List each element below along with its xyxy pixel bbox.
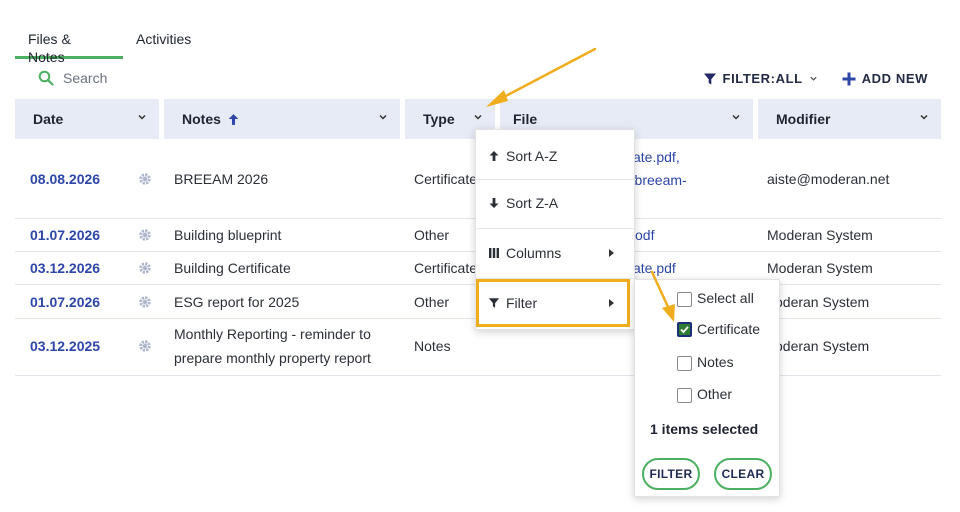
date-link[interactable]: 08.08.2026 — [30, 168, 100, 191]
note-text: ESG report for 2025 — [174, 294, 300, 310]
filter-option-label: Other — [697, 385, 733, 402]
menu-divider — [476, 179, 636, 180]
caret-right-icon — [609, 249, 614, 257]
column-header-modifier[interactable]: Modifier — [758, 99, 941, 139]
gear-icon[interactable] — [138, 339, 152, 353]
menu-item-label: Sort Z-A — [506, 195, 559, 211]
checkbox-checked[interactable] — [677, 321, 692, 337]
column-header-label: Type — [423, 111, 455, 127]
plus-icon — [842, 72, 856, 85]
gear-icon[interactable] — [138, 295, 152, 309]
note-text: BREEAM 2026 — [174, 171, 269, 187]
tab-activities[interactable]: Activities — [123, 30, 204, 59]
filter-button[interactable]: FILTER — [642, 458, 700, 490]
columns-icon — [489, 248, 499, 258]
column-header-notes[interactable]: Notes — [164, 99, 400, 139]
filter-all-label: FILTER:ALL — [722, 71, 803, 86]
sort-desc-item[interactable]: Sort Z-A — [476, 191, 636, 215]
menu-item-label: Columns — [506, 245, 562, 261]
modifier-text: aiste@moderan.net — [767, 171, 890, 187]
funnel-icon — [703, 73, 716, 84]
filter-option-certificate[interactable]: Certificate — [677, 321, 760, 337]
search-input[interactable]: Search — [63, 70, 107, 86]
modifier-text: oderan System — [775, 294, 870, 310]
filter-item-highlight — [476, 279, 630, 327]
gear-icon[interactable] — [138, 172, 152, 186]
filter-option-other[interactable]: Other — [677, 384, 732, 403]
modifier-text: Moderan System — [767, 227, 873, 243]
checkbox[interactable] — [677, 388, 692, 403]
toolbar: FILTER:ALL ADD NEW — [703, 71, 928, 86]
column-header-label: File — [513, 111, 538, 127]
tab-files-notes[interactable]: Files & Notes — [15, 30, 123, 65]
type-text: Notes — [414, 338, 451, 354]
modifier-text: oderan System — [775, 338, 870, 354]
file-link[interactable]: odf — [635, 224, 654, 247]
columns-item[interactable]: Columns — [476, 241, 636, 265]
chevron-down-icon[interactable] — [731, 112, 741, 122]
column-header-date[interactable]: Date — [15, 99, 159, 139]
clear-button[interactable]: CLEAR — [714, 458, 772, 490]
add-new-label: ADD NEW — [861, 71, 928, 86]
date-link[interactable]: 03.12.2026 — [30, 257, 100, 280]
filter-option-label: Notes — [697, 353, 734, 370]
date-link[interactable]: 01.07.2026 — [30, 291, 100, 314]
chevron-down-icon[interactable] — [473, 112, 483, 122]
search-box[interactable]: Search — [38, 70, 107, 86]
type-text: Certificate — [414, 171, 478, 187]
note-text: prepare monthly property report — [174, 350, 371, 366]
arrow-up-icon — [489, 151, 499, 161]
menu-item-label: Sort A-Z — [506, 148, 558, 164]
filter-option-label: Certificate — [697, 321, 761, 337]
chevron-down-icon[interactable] — [919, 112, 929, 122]
note-text: Building blueprint — [174, 227, 282, 243]
filter-option-select-all[interactable]: Select all — [677, 289, 754, 307]
filter-option-notes[interactable]: Notes — [677, 352, 734, 371]
date-link[interactable]: 01.07.2026 — [30, 224, 100, 247]
arrow-down-icon — [489, 198, 499, 208]
selected-count: 1 items selected — [650, 421, 759, 437]
tab-bar: Files & Notes Activities — [15, 30, 204, 65]
type-text: Other — [414, 227, 450, 243]
filter-all-button[interactable]: FILTER:ALL — [703, 71, 818, 86]
note-text: Monthly Reporting - reminder to — [174, 326, 371, 342]
checkbox[interactable] — [677, 356, 692, 371]
column-header-label: Modifier — [776, 111, 831, 127]
arrow-up-icon — [228, 113, 239, 125]
chevron-down-icon — [810, 76, 817, 81]
add-new-button[interactable]: ADD NEW — [842, 71, 928, 86]
column-header-label: Notes — [182, 111, 221, 127]
search-icon — [38, 70, 54, 86]
sort-asc-item[interactable]: Sort A-Z — [476, 144, 636, 168]
type-text: Certificate — [414, 260, 478, 276]
note-text: Building Certificate — [174, 260, 291, 276]
gear-icon[interactable] — [138, 261, 152, 275]
check-icon — [680, 325, 689, 333]
chevron-down-icon[interactable] — [378, 112, 388, 122]
menu-divider — [476, 228, 636, 229]
chevron-down-icon[interactable] — [137, 112, 147, 122]
gear-icon[interactable] — [138, 228, 152, 242]
checkbox[interactable] — [677, 292, 692, 307]
type-text: Other — [414, 294, 450, 310]
modifier-text: Moderan System — [767, 260, 873, 276]
date-link[interactable]: 03.12.2025 — [30, 335, 100, 358]
column-header-label: Date — [33, 111, 64, 127]
filter-option-label: Select all — [697, 290, 754, 306]
